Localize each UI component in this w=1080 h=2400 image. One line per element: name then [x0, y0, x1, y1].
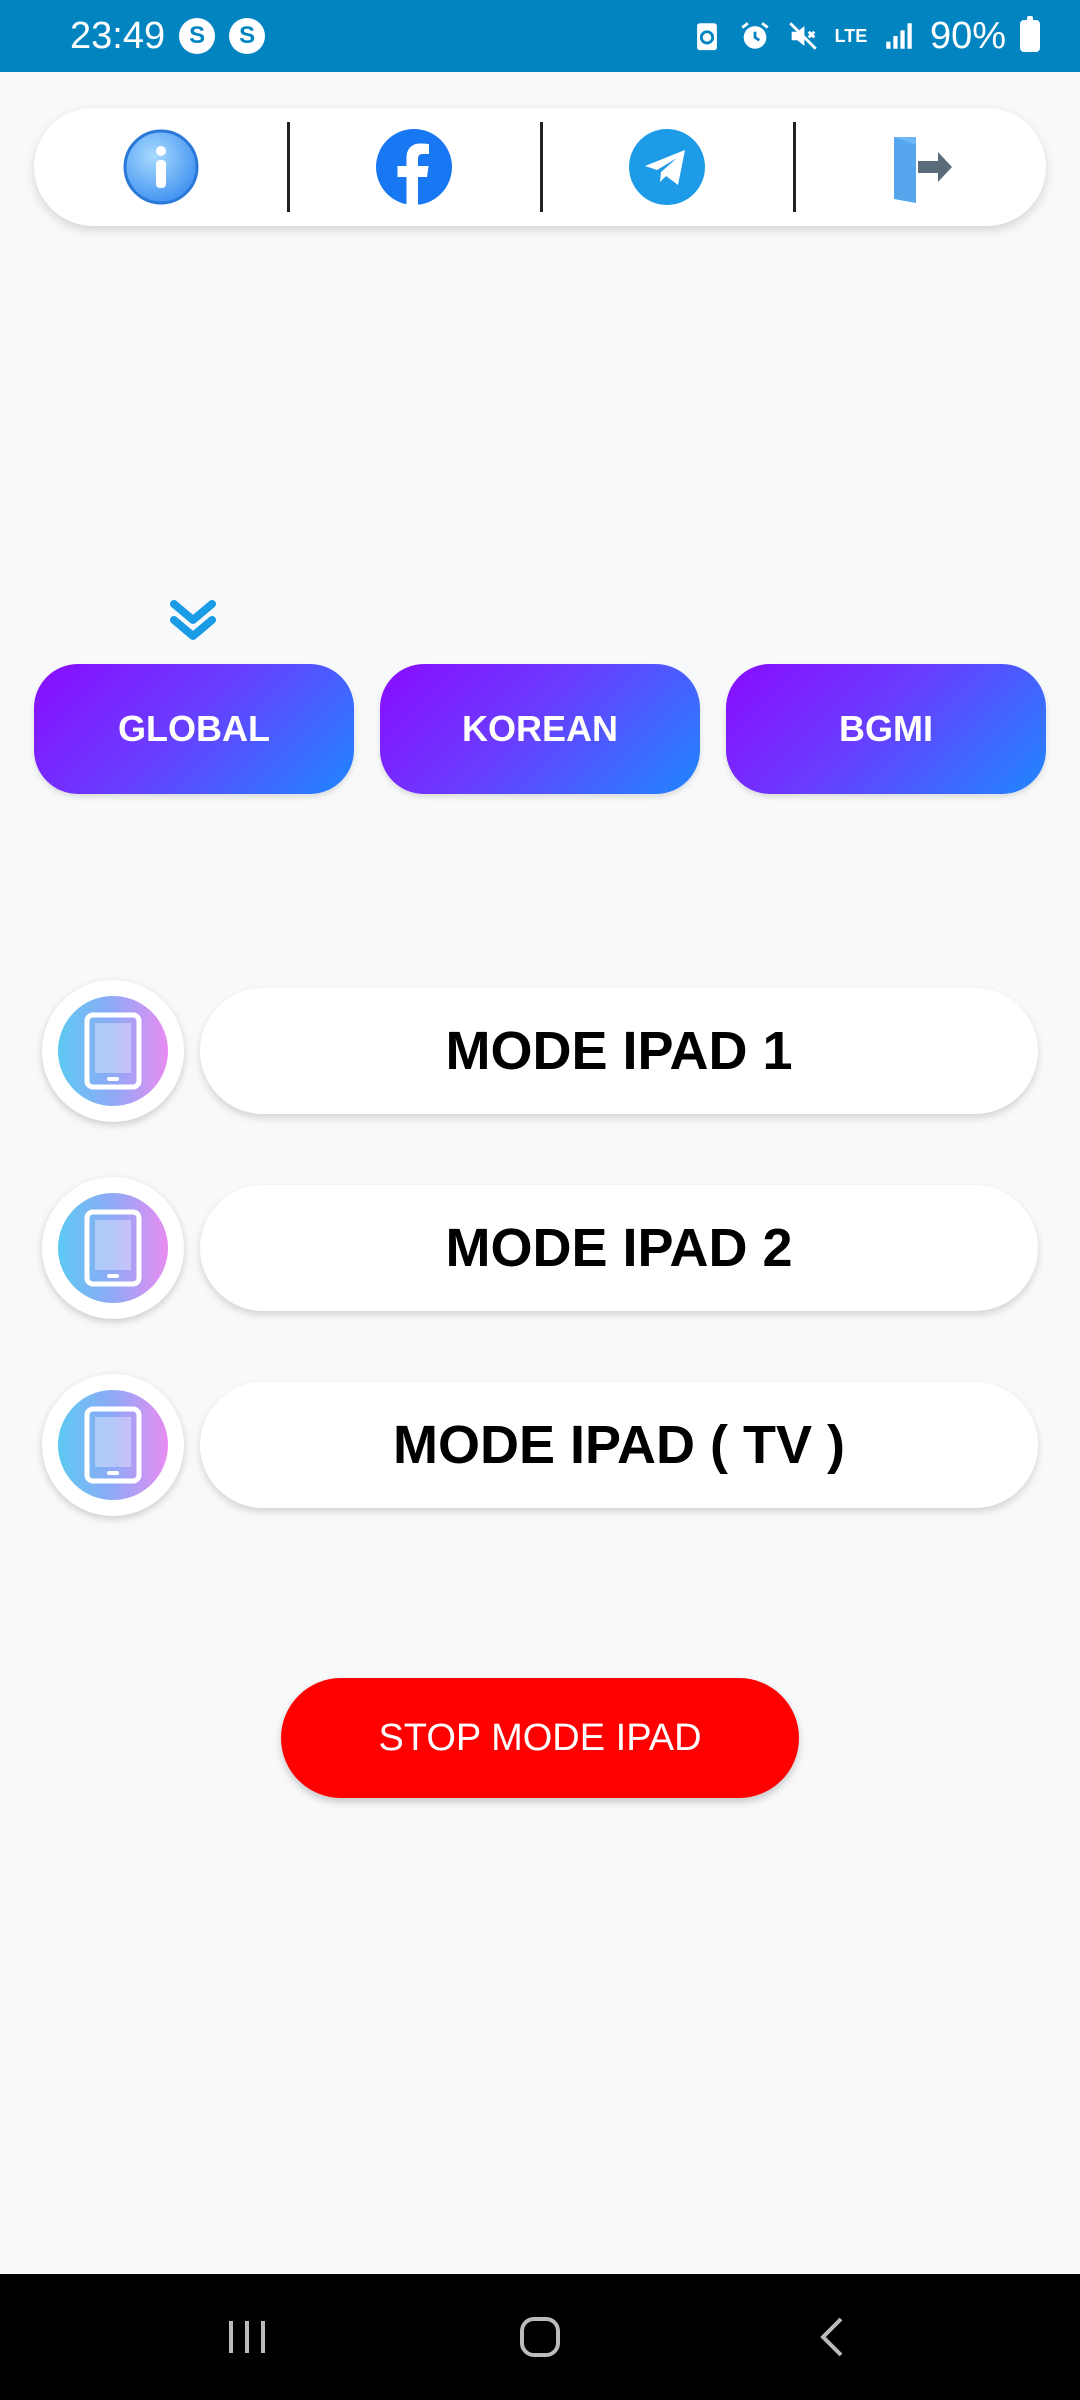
recycle-icon	[690, 19, 724, 53]
mode-3-icon-wrap	[42, 1374, 184, 1516]
status-left: 23:49 S S	[70, 14, 266, 58]
status-bar: 23:49 S S LTE 90%	[0, 0, 1080, 72]
region-selector: GLOBAL KOREAN BGMI	[34, 664, 1046, 794]
mode-1-icon-wrap	[42, 980, 184, 1122]
mode-2-icon-wrap	[42, 1177, 184, 1319]
mute-icon	[786, 19, 820, 53]
home-button[interactable]	[500, 2297, 580, 2377]
stop-mode-ipad-button[interactable]: STOP MODE IPAD	[281, 1678, 799, 1798]
status-right: LTE 90%	[690, 15, 1040, 58]
back-button[interactable]	[793, 2297, 873, 2377]
battery-icon	[1020, 16, 1040, 52]
global-button[interactable]: GLOBAL	[34, 664, 354, 794]
tablet-icon	[58, 1390, 168, 1500]
info-button[interactable]	[34, 108, 287, 226]
bgmi-button[interactable]: BGMI	[726, 664, 1046, 794]
mode-row-3: MODE IPAD ( TV )	[42, 1374, 1038, 1520]
exit-button[interactable]	[793, 108, 1046, 226]
status-time: 23:49	[70, 14, 166, 57]
top-toolbar	[34, 108, 1046, 226]
chevron-down-icon	[170, 600, 216, 640]
tablet-icon	[58, 996, 168, 1106]
alarm-icon	[738, 19, 772, 53]
notification-s-icon: S	[179, 18, 216, 54]
telegram-button[interactable]	[540, 108, 793, 226]
exit-icon	[893, 137, 952, 203]
notification-s-icon-2: S	[229, 18, 266, 54]
recent-apps-icon	[228, 2321, 265, 2353]
korean-button[interactable]: KOREAN	[380, 664, 700, 794]
mode-row-2: MODE IPAD 2	[42, 1177, 1038, 1323]
mode-ipad-2-button[interactable]: MODE IPAD 2	[200, 1185, 1038, 1311]
signal-icon	[882, 19, 916, 53]
recent-apps-button[interactable]	[207, 2297, 287, 2377]
mode-ipad-1-button[interactable]: MODE IPAD 1	[200, 988, 1038, 1114]
facebook-icon	[375, 129, 452, 205]
mode-ipad-tv-button[interactable]: MODE IPAD ( TV )	[200, 1382, 1038, 1508]
lte-icon: LTE	[834, 26, 868, 46]
mode-row-1: MODE IPAD 1	[42, 980, 1038, 1126]
battery-percent: 90%	[929, 14, 1006, 57]
facebook-button[interactable]	[287, 108, 540, 226]
telegram-icon	[628, 129, 705, 205]
info-icon	[123, 129, 198, 205]
home-icon	[519, 2317, 560, 2357]
back-icon	[820, 2317, 843, 2357]
navigation-bar	[0, 2274, 1080, 2400]
tablet-icon	[58, 1193, 168, 1303]
